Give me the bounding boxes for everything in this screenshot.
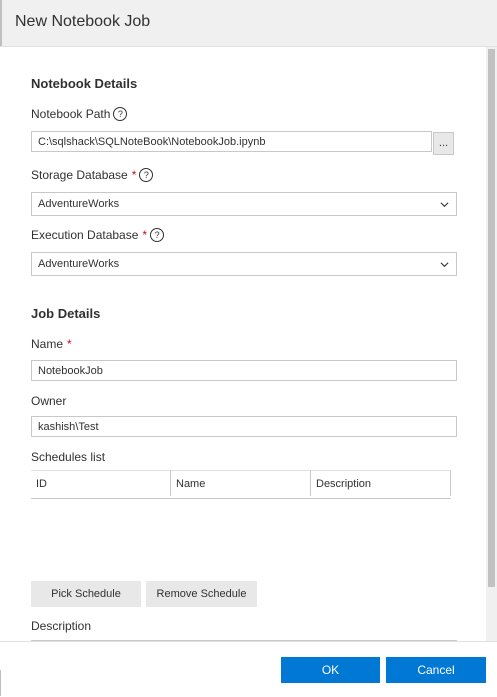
chevron-down-icon	[440, 262, 449, 268]
left-edge-divider	[0, 670, 1, 696]
vertical-scrollbar[interactable]	[486, 47, 497, 641]
description-label-text: Description	[31, 619, 92, 633]
schedules-list-label: Schedules list	[31, 450, 105, 464]
execution-database-select[interactable]: AdventureWorks	[31, 252, 457, 276]
required-marker: *	[67, 337, 72, 351]
execution-database-label-text: Execution Database	[31, 228, 139, 242]
help-icon[interactable]: ?	[113, 107, 128, 121]
execution-database-value: AdventureWorks	[38, 258, 120, 270]
chevron-down-icon	[440, 202, 449, 208]
description-label: Description	[31, 619, 91, 633]
storage-database-label-text: Storage Database	[31, 168, 128, 182]
job-details-heading: Job Details	[31, 306, 101, 321]
help-icon[interactable]: ?	[139, 168, 154, 182]
cancel-button[interactable]: Cancel	[386, 657, 486, 683]
notebook-details-heading: Notebook Details	[31, 76, 138, 91]
help-icon[interactable]: ?	[150, 228, 165, 242]
storage-database-select[interactable]: AdventureWorks	[31, 192, 457, 216]
dialog-titlebar: New Notebook Job	[0, 0, 497, 47]
new-notebook-job-dialog: New Notebook Job Notebook Details Notebo…	[0, 0, 497, 697]
storage-database-label: Storage Database * ?	[31, 168, 154, 182]
scrollbar-thumb[interactable]	[488, 49, 495, 587]
required-marker: *	[142, 228, 148, 242]
schedules-list-label-text: Schedules list	[31, 450, 106, 464]
notebook-path-label: Notebook Path ?	[31, 107, 128, 121]
ok-button[interactable]: OK	[281, 657, 380, 683]
execution-database-label: Execution Database * ?	[31, 228, 165, 242]
notebook-path-label-text: Notebook Path	[31, 107, 111, 121]
owner-label-text: Owner	[31, 394, 67, 408]
dialog-title: New Notebook Job	[15, 13, 151, 30]
owner-label: Owner	[31, 394, 66, 408]
notebook-path-input[interactable]: C:\sqlshack\SQLNoteBook\NotebookJob.ipyn…	[31, 131, 432, 152]
name-label-text: Name	[31, 337, 64, 351]
dialog-footer: OK Cancel	[0, 641, 497, 697]
name-label: Name *	[31, 337, 72, 351]
column-header-id[interactable]: ID	[31, 470, 171, 496]
required-marker: *	[131, 168, 137, 182]
pick-schedule-button[interactable]: Pick Schedule	[31, 581, 141, 607]
owner-input[interactable]: kashish\Test	[31, 416, 457, 437]
storage-database-value: AdventureWorks	[38, 198, 120, 210]
schedules-table: ID Name Description	[31, 470, 451, 499]
column-header-name[interactable]: Name	[171, 470, 311, 496]
column-header-description[interactable]: Description	[311, 470, 451, 496]
browse-button[interactable]: ...	[433, 132, 454, 155]
titlebar-accent	[0, 0, 2, 46]
job-name-input[interactable]: NotebookJob	[31, 360, 457, 381]
dialog-content: Notebook Details Notebook Path ? C:\sqls…	[0, 47, 486, 641]
remove-schedule-button[interactable]: Remove Schedule	[146, 581, 257, 607]
